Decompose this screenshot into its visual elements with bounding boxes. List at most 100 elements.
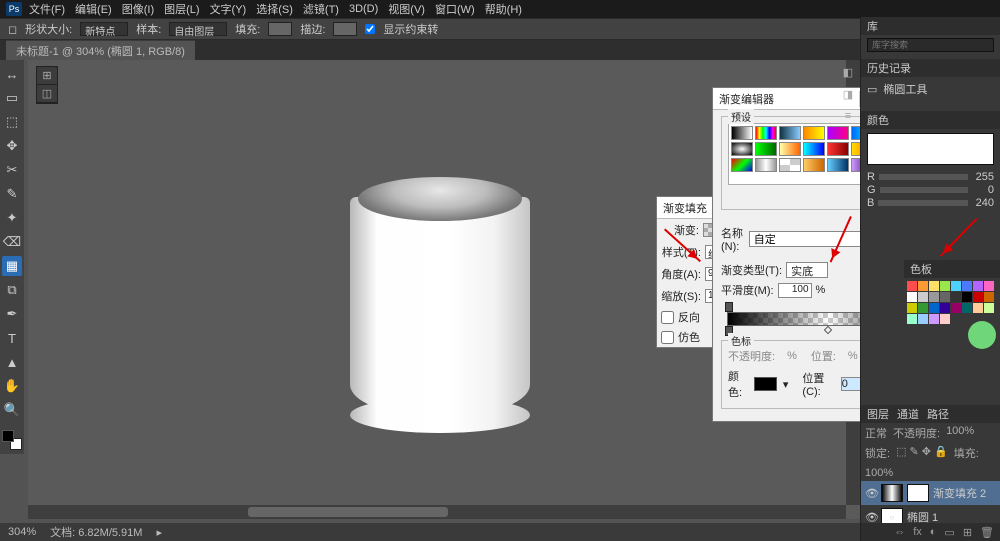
swatch[interactable] — [918, 303, 928, 313]
fx-icon[interactable]: fx — [913, 526, 922, 538]
preset-swatch[interactable] — [731, 142, 753, 156]
layers-tab[interactable]: 图层 — [867, 406, 889, 422]
channels-tab[interactable]: 通道 — [897, 406, 919, 422]
path-tool[interactable]: ▲ — [2, 352, 22, 372]
preset-swatch[interactable] — [803, 158, 825, 172]
scrollbar-horizontal[interactable] — [28, 505, 846, 519]
preset-swatch[interactable] — [827, 126, 849, 140]
crop-tool[interactable]: ✥ — [2, 136, 22, 156]
swatch[interactable] — [962, 281, 972, 291]
fg-bg-colors[interactable] — [2, 430, 22, 450]
menu-edit[interactable]: 编辑(E) — [72, 1, 115, 17]
layer-row[interactable]: 👁渐变填充 2 — [861, 481, 1000, 505]
b-value[interactable]: 240 — [972, 197, 994, 209]
document-tab[interactable]: 未标题-1 @ 304% (椭圆 1, RGB/8) — [6, 40, 195, 61]
menu-3d[interactable]: 3D(D) — [346, 3, 381, 15]
swatch-tab[interactable]: 色板 — [910, 261, 932, 277]
blend-mode[interactable]: 正常 — [865, 425, 887, 441]
preset-swatch[interactable] — [827, 142, 849, 156]
move-tool[interactable]: ↔ — [2, 64, 22, 84]
folder-icon[interactable]: ▭ — [944, 526, 954, 539]
swatch[interactable] — [918, 314, 928, 324]
panel-icon[interactable]: ◨ — [840, 86, 856, 102]
panel-icon[interactable]: ◧ — [840, 64, 856, 80]
menu-view[interactable]: 视图(V) — [385, 1, 428, 17]
marquee-tool[interactable]: ▭ — [2, 88, 22, 108]
preset-swatch[interactable] — [731, 158, 753, 172]
swatch[interactable] — [929, 314, 939, 324]
fill-swatch[interactable] — [268, 22, 292, 36]
swatch[interactable] — [962, 303, 972, 313]
swatch[interactable] — [940, 281, 950, 291]
swatch[interactable] — [973, 281, 983, 291]
lasso-tool[interactable]: ⬚ — [2, 112, 22, 132]
swatch[interactable] — [929, 292, 939, 302]
swatch[interactable] — [940, 314, 950, 324]
swatch[interactable] — [984, 303, 994, 313]
trash-icon[interactable]: 🗑 — [980, 526, 994, 539]
stroke-swatch[interactable] — [333, 22, 357, 36]
menu-file[interactable]: 文件(F) — [26, 1, 68, 17]
panel-icon[interactable]: ≡ — [840, 108, 856, 124]
constrain-checkbox[interactable] — [365, 24, 375, 34]
lib-search[interactable] — [867, 38, 994, 52]
preset-swatch[interactable] — [755, 126, 777, 140]
swatch[interactable] — [984, 281, 994, 291]
preset-swatch[interactable] — [803, 142, 825, 156]
gradient-tool[interactable]: ▦ — [2, 256, 22, 276]
swatch[interactable] — [951, 281, 961, 291]
swatch[interactable] — [940, 303, 950, 313]
size-select[interactable]: 新特点 — [80, 22, 128, 36]
brush-tool[interactable]: ✎ — [2, 184, 22, 204]
mask-icon[interactable]: ◐ — [930, 526, 937, 538]
color-swatch[interactable] — [754, 377, 777, 391]
opacity-stop-left[interactable] — [725, 302, 733, 312]
nav-icon[interactable]: ◫ — [37, 85, 57, 103]
nav-icon[interactable]: ⊞ — [37, 67, 57, 85]
swatch[interactable] — [984, 292, 994, 302]
swatch[interactable] — [907, 303, 917, 313]
menu-filter[interactable]: 滤镜(T) — [300, 1, 342, 17]
eraser-tool[interactable]: ⌫ — [2, 232, 22, 252]
swatch[interactable] — [907, 281, 917, 291]
r-value[interactable]: 255 — [972, 171, 994, 183]
preset-swatch[interactable] — [779, 142, 801, 156]
g-value[interactable]: 0 — [972, 184, 994, 196]
swatch[interactable] — [918, 281, 928, 291]
midpoint-marker[interactable] — [824, 326, 832, 334]
swatch[interactable] — [973, 303, 983, 313]
lib-tab[interactable]: 库 — [867, 18, 878, 34]
preset-swatch[interactable] — [731, 126, 753, 140]
swatch[interactable] — [962, 292, 972, 302]
color-tab[interactable]: 颜色 — [867, 112, 889, 128]
swatch[interactable] — [940, 292, 950, 302]
swatch[interactable] — [951, 303, 961, 313]
fill-value[interactable]: 100% — [865, 467, 893, 479]
new-layer-icon[interactable]: ⊞ — [963, 526, 972, 539]
zoom-level[interactable]: 304% — [8, 526, 36, 538]
history-tab[interactable]: 历史记录 — [867, 60, 911, 76]
swatch[interactable] — [929, 303, 939, 313]
add-fab[interactable] — [968, 321, 996, 349]
style-select[interactable]: 自由图层 — [169, 22, 227, 36]
preset-swatch[interactable] — [803, 126, 825, 140]
swatch[interactable] — [929, 281, 939, 291]
paths-tab[interactable]: 路径 — [927, 406, 949, 422]
hand-tool[interactable]: ✋ — [2, 376, 22, 396]
dither-checkbox[interactable] — [661, 331, 674, 344]
heal-tool[interactable]: ✦ — [2, 208, 22, 228]
menu-help[interactable]: 帮助(H) — [482, 1, 525, 17]
preset-swatch[interactable] — [779, 126, 801, 140]
shape-tool[interactable]: ⧉ — [2, 280, 22, 300]
swatch[interactable] — [918, 292, 928, 302]
swatch[interactable] — [907, 292, 917, 302]
slice-tool[interactable]: ✂ — [2, 160, 22, 180]
type-tool[interactable]: T — [2, 328, 22, 348]
preset-swatch[interactable] — [755, 158, 777, 172]
zoom-tool[interactable]: 🔍 — [2, 400, 22, 420]
history-item[interactable]: ▭椭圆工具 — [861, 77, 1000, 101]
reverse-checkbox[interactable] — [661, 311, 674, 324]
pen-tool[interactable]: ✒ — [2, 304, 22, 324]
swatch[interactable] — [973, 292, 983, 302]
color-picker[interactable] — [867, 133, 994, 165]
